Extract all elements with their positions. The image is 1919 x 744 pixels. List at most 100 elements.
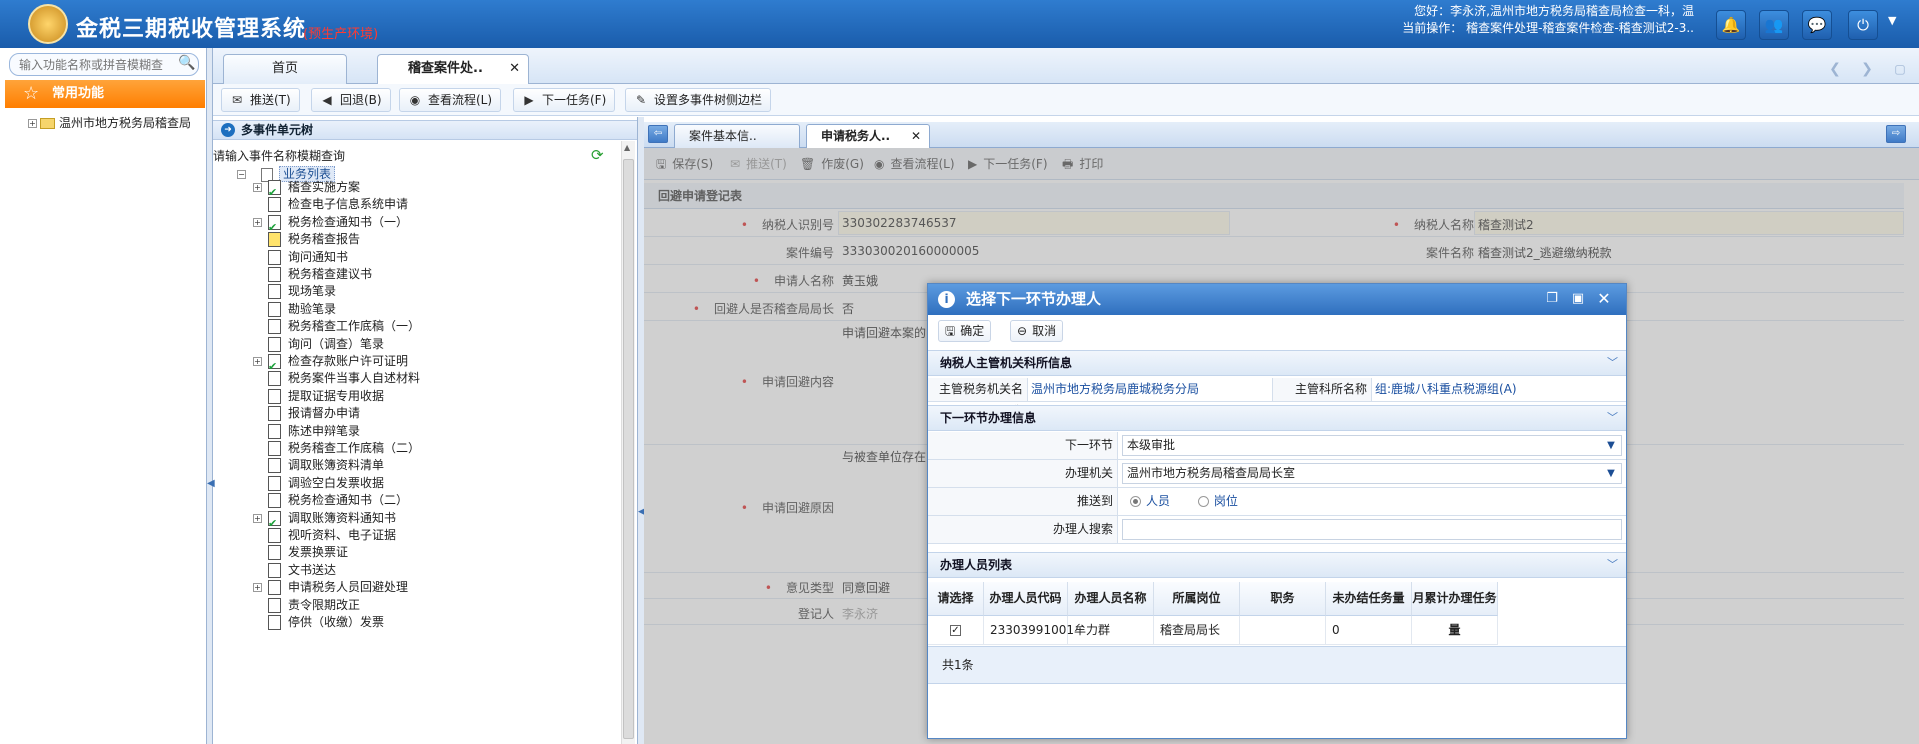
row-checkbox[interactable]: ✓ <box>950 625 961 636</box>
tree-item[interactable]: 停供（收缴）发票 <box>253 612 384 633</box>
star-icon: ☆ <box>23 83 40 104</box>
column-header[interactable]: 未办结任务量 <box>1326 582 1412 616</box>
next-icon: ▶ <box>524 93 534 107</box>
favorites-header[interactable]: ☆ 常用功能 <box>5 80 205 108</box>
close-icon[interactable]: ✕ <box>911 125 921 147</box>
tree-item-label: 陈述申辩笔录 <box>288 423 361 438</box>
document-icon <box>268 458 281 474</box>
tab-home[interactable]: 首页 <box>223 54 347 84</box>
app-window: 金税三期税收管理系统 (预生产环境) 您好：李永济,温州市地方税务局稽查局检查一… <box>0 0 1919 744</box>
org-value: 温州市地方税务局鹿城税务分局 <box>1031 382 1200 396</box>
radio-person-label[interactable]: 人员 <box>1146 494 1170 508</box>
refresh-icon[interactable]: ⟳ <box>591 146 604 164</box>
restore-icon[interactable]: ❐ <box>1543 290 1561 308</box>
next-task-button[interactable]: ▶ 下一任务(F) <box>513 88 616 112</box>
column-header[interactable]: 办理人员代码 <box>984 582 1068 616</box>
handler-search-input[interactable] <box>1122 519 1622 540</box>
expand-icon[interactable]: + <box>253 357 262 366</box>
dept-value: 组:鹿城八科重点税源组(A) <box>1375 382 1517 396</box>
back-button[interactable]: ◀ 回退(B) <box>311 88 391 112</box>
scroll-up-icon[interactable]: ▲ <box>624 143 630 152</box>
row-select-cell[interactable]: ✓ <box>928 616 984 645</box>
expand-icon[interactable]: + <box>253 513 262 523</box>
confirm-button[interactable]: 🖫 确定 <box>938 320 992 342</box>
set-tree-sidebar-button[interactable]: ✎ 设置多事件树侧边栏 <box>625 88 772 112</box>
handler-search-label: 办理人搜索 <box>928 516 1118 543</box>
column-header[interactable]: 请选择 <box>928 582 984 616</box>
chevron-down-icon[interactable]: ▼ <box>1603 436 1619 455</box>
column-header[interactable]: 职务 <box>1240 582 1326 616</box>
confirm-label: 确定 <box>960 324 985 338</box>
function-search-input[interactable] <box>9 53 199 76</box>
chevron-down-icon[interactable]: ﹀ <box>1607 553 1618 577</box>
sidebar-tree-item[interactable]: + 温州市地方税务局稽查局 <box>28 114 191 131</box>
power-icon[interactable]: ⏻ <box>1848 10 1878 40</box>
info-icon: i <box>938 291 955 308</box>
tab-case-processing[interactable]: 稽查案件处.. ✕ <box>377 54 529 84</box>
table-cell: 23303991001 <box>984 616 1074 645</box>
cancel-icon: ⊖ <box>1017 324 1028 338</box>
scroll-thumb[interactable] <box>623 159 634 739</box>
tree-item-label: 调验空白发票收据 <box>288 475 385 490</box>
record-count: 共1条 <box>928 646 1626 684</box>
expand-icon[interactable]: + <box>253 217 262 227</box>
section-taxpayer-authority[interactable]: 纳税人主管机关科所信息 ﹀ <box>928 350 1626 376</box>
expand-icon[interactable]: + <box>28 119 37 128</box>
tab-case-basic-label: 案件基本信.. <box>689 129 757 143</box>
office-select[interactable]: 温州市地方税务局稽查局局长室 ▼ <box>1122 463 1622 484</box>
tab-case-label: 稽查案件处.. <box>408 61 483 76</box>
event-tree-title: 多事件单元树 <box>241 123 314 137</box>
chevron-down-icon[interactable]: ﹀ <box>1607 351 1618 375</box>
cancel-button[interactable]: ⊖ 取消 <box>1010 320 1064 342</box>
tab-scroll-right-icon[interactable]: ⇨ <box>1886 125 1906 143</box>
push-button[interactable]: ✉ 推送(T) <box>221 88 300 112</box>
tab-scroll-left-icon[interactable]: ❮ <box>1823 58 1847 80</box>
section-handler-list[interactable]: 办理人员列表 ﹀ <box>928 552 1626 578</box>
tree-scrollbar[interactable]: ▲ <box>621 141 635 744</box>
expand-icon[interactable]: + <box>253 583 262 593</box>
column-header[interactable]: 所属岗位 <box>1154 582 1240 616</box>
collapse-icon[interactable]: − <box>237 170 246 179</box>
radio-post[interactable] <box>1197 496 1209 507</box>
expand-icon[interactable]: + <box>253 183 262 192</box>
radio-person[interactable] <box>1130 496 1141 507</box>
maximize-icon[interactable]: ▣ <box>1569 290 1587 308</box>
chevron-down-icon[interactable]: ﹀ <box>1607 406 1618 430</box>
section-next-step[interactable]: 下一环节办理信息 ﹀ <box>928 405 1626 431</box>
users-icon[interactable]: 👥 <box>1759 10 1789 40</box>
tab-case-basic-info[interactable]: 案件基本信.. <box>674 124 800 148</box>
main-toolbar: ✉ 推送(T) ◀ 回退(B) ◉ 查看流程(L) ▶ 下一任务(F) ✎ 设置多事件树侧… <box>213 84 1919 116</box>
dialog-title: 选择下一环节办理人 <box>966 290 1102 308</box>
tab-scroll-right-icon[interactable]: ❯ <box>1855 58 1879 80</box>
maximize-icon[interactable]: ▢ <box>1888 58 1912 80</box>
document-icon <box>268 580 281 596</box>
save-icon: 🖫 <box>945 324 956 338</box>
close-icon[interactable]: ✕ <box>1595 290 1613 308</box>
chevron-down-icon[interactable]: ▼ <box>1603 464 1619 483</box>
view-flow-button[interactable]: ◉ 查看流程(L) <box>399 88 502 112</box>
event-tree-header: ➜ 多事件单元树 <box>213 120 637 140</box>
radio-post-label[interactable]: 岗位 <box>1214 494 1238 508</box>
column-header[interactable]: 办理人员名称 <box>1068 582 1154 616</box>
dropdown-icon[interactable]: ▼ <box>1888 14 1896 27</box>
bell-icon[interactable]: 🔔 <box>1716 10 1746 40</box>
next-step-select[interactable]: 本级审批 ▼ <box>1122 435 1622 456</box>
document-icon <box>268 423 281 439</box>
search-icon[interactable]: 🔍 <box>178 55 196 73</box>
close-icon[interactable]: ✕ <box>509 55 520 83</box>
event-tree-panel: ➜ 多事件单元树 请输入事件名称模糊查询 ⟳ −业务列表 +稽查实施方案检查电子… <box>213 117 638 744</box>
tree-item-label: 税务检查通知书（一） <box>288 214 409 229</box>
chat-icon[interactable]: 💬 <box>1802 10 1832 40</box>
tree-filter-label[interactable]: 请输入事件名称模糊查询 <box>213 147 345 164</box>
tab-scroll-left-icon[interactable]: ⇦ <box>648 125 668 143</box>
tree-item-label: 检查电子信息系统申请 <box>288 197 409 212</box>
tab-apply-taxpayer[interactable]: 申请税务人.. ✕ <box>806 124 930 148</box>
document-icon <box>268 441 281 456</box>
column-header[interactable]: 月累计办理任务量 <box>1412 582 1498 637</box>
document-icon <box>268 301 281 317</box>
